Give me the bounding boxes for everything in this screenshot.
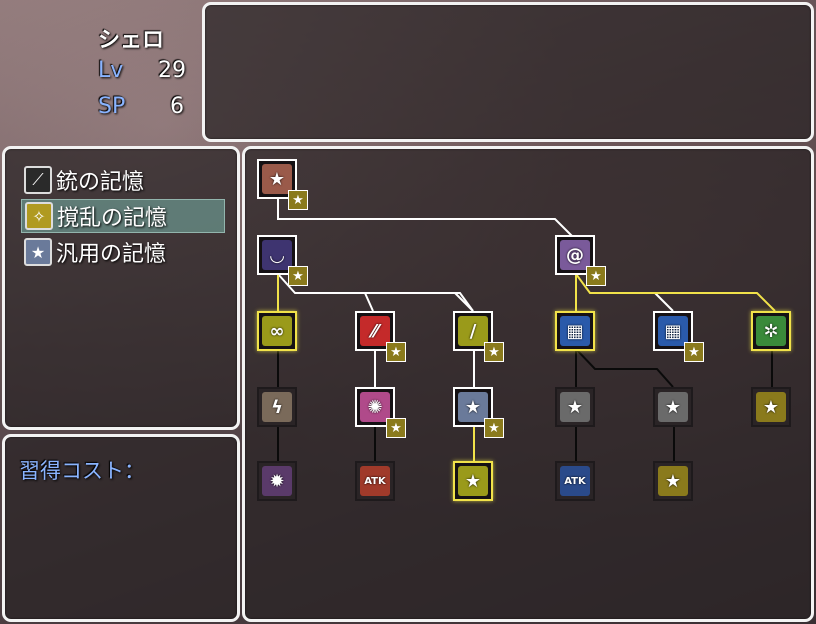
skill-node-atk-up[interactable]: ATK [355,461,395,501]
category-label: 撹乱の記憶 [57,206,168,231]
skill-node-star-gold-2[interactable]: ★ [453,461,493,501]
star-icon: ★ [658,392,688,422]
tree-connectors [277,199,776,461]
learned-badge-icon: ★ [386,342,406,362]
skill-node-star-gray-2[interactable]: ★ [653,387,693,427]
sp-value: 6 [170,94,184,119]
gear-icon: ✲ [756,316,786,346]
skill-node-star-gray-1[interactable]: ★ [555,387,595,427]
armor-icon: ▦ [560,316,590,346]
skill-node-armor[interactable]: ▦ [555,311,595,351]
category-gun[interactable]: ⟋ 銃の記憶 [21,163,225,197]
skill-tree-window: ★ ★ ◡ ★ @ ★ ∞ ⁄⁄ ★ / ★ ▦ ▦ ★ ✲ ϟ ✺ ★ ★ ★ [242,146,814,622]
skill-node-root[interactable]: ★ ★ [257,159,308,210]
skill-node-vortex[interactable]: @ ★ [555,235,606,286]
skill-node-star-gold-3[interactable]: ★ [653,461,693,501]
category-label: 汎用の記憶 [56,242,167,267]
disrupt-icon: ✧ [25,202,53,230]
gun-icon: ⟋ [24,166,52,194]
cost-window: 習得コスト： [2,434,240,622]
skill-node-slash[interactable]: ⁄⁄ ★ [355,311,406,362]
star-icon: ★ [24,238,52,266]
learned-badge-icon: ★ [288,266,308,286]
category-label: 銃の記憶 [56,170,145,195]
learned-badge-icon: ★ [484,418,504,438]
category-window: ⟋ 銃の記憶 ✧ 撹乱の記憶 ★ 汎用の記憶 [2,146,240,430]
description-window [202,2,814,142]
bubbles-icon: ∞ [262,316,292,346]
sp-label: SP [98,94,126,119]
atk-down-icon: ATK [560,466,590,496]
spider-icon: ✹ [262,466,292,496]
skill-node-eye[interactable]: ◡ ★ [257,235,308,286]
category-disrupt[interactable]: ✧ 撹乱の記憶 [21,199,225,233]
star-icon: ★ [458,466,488,496]
skill-node-star-silver[interactable]: ★ ★ [453,387,504,438]
skill-node-armor2[interactable]: ▦ ★ [653,311,704,362]
skill-node-gear[interactable]: ✲ [751,311,791,351]
cost-label: 習得コスト： [19,459,145,483]
level-value: 29 [158,58,186,83]
star-icon: ★ [756,392,786,422]
category-general[interactable]: ★ 汎用の記憶 [21,235,225,269]
skill-node-sword[interactable]: / ★ [453,311,504,362]
star-icon: ★ [560,392,590,422]
learned-badge-icon: ★ [684,342,704,362]
lightning-icon: ϟ [262,392,292,422]
skill-node-bubbles[interactable]: ∞ [257,311,297,351]
learned-badge-icon: ★ [288,190,308,210]
atk-up-icon: ATK [360,466,390,496]
skill-node-star-gold-1[interactable]: ★ [751,387,791,427]
skill-node-burst[interactable]: ✺ ★ [355,387,406,438]
skill-node-lightning[interactable]: ϟ [257,387,297,427]
skill-node-atk-down[interactable]: ATK [555,461,595,501]
skill-node-spider[interactable]: ✹ [257,461,297,501]
star-icon: ★ [658,466,688,496]
learned-badge-icon: ★ [484,342,504,362]
learned-badge-icon: ★ [586,266,606,286]
learned-badge-icon: ★ [386,418,406,438]
level-label: Lv [98,58,124,83]
character-name: シェロ [98,28,165,53]
